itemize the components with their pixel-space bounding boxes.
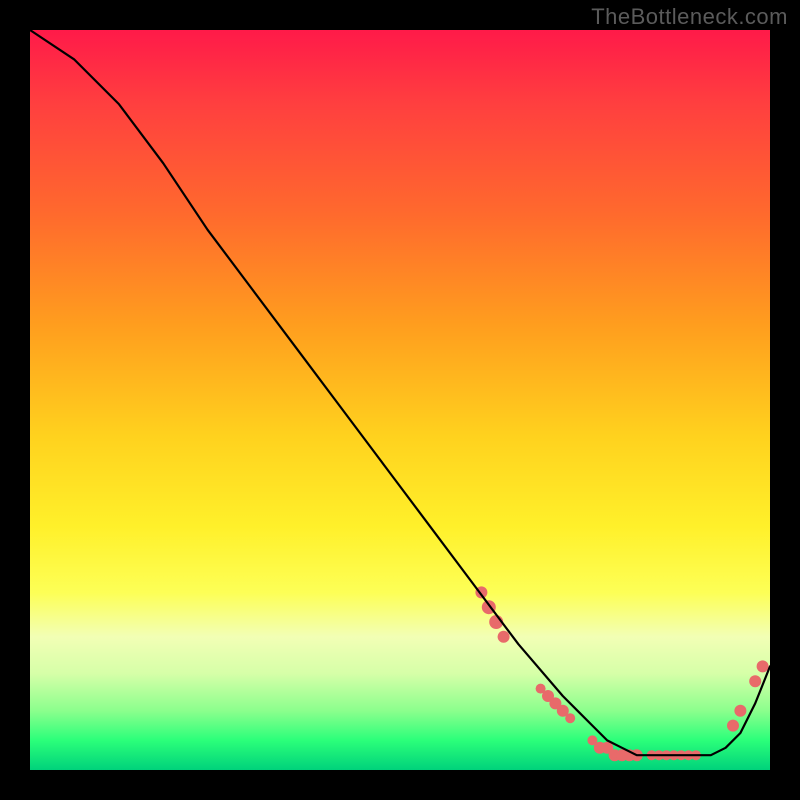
chart-marker (757, 660, 769, 672)
chart-plot-area (30, 30, 770, 770)
chart-marker (727, 720, 739, 732)
chart-marker (565, 713, 575, 723)
watermark-text: TheBottleneck.com (591, 4, 788, 30)
chart-marker (749, 675, 761, 687)
chart-stage: TheBottleneck.com (0, 0, 800, 800)
chart-markers (475, 586, 768, 761)
chart-marker (498, 631, 510, 643)
chart-curve (30, 30, 770, 755)
chart-svg (30, 30, 770, 770)
chart-marker (734, 705, 746, 717)
